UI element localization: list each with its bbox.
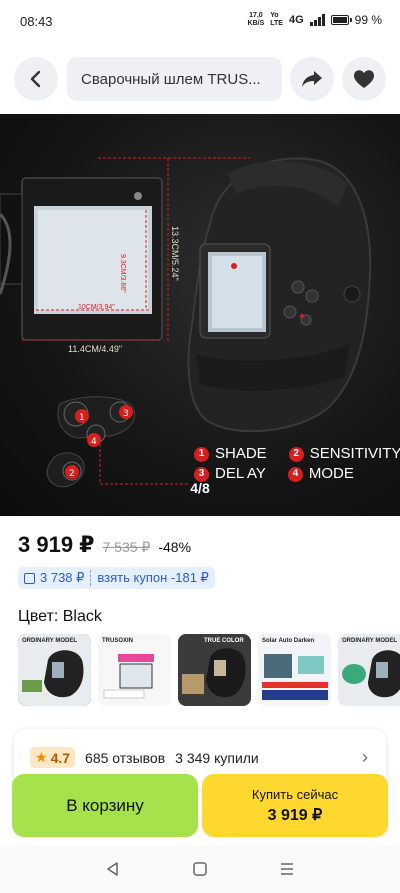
legend-num-4: 4 [287, 466, 303, 482]
nav-back-button[interactable] [98, 854, 128, 884]
variant-thumb-2-text: TRUSOXIN [102, 638, 134, 644]
coupon-checkbox-icon [24, 572, 35, 584]
variant-thumb-3-text: TRUE COLOR [204, 638, 244, 644]
filter-thumb-icon [258, 634, 331, 706]
triangle-back-icon [107, 862, 119, 876]
legend-num-2: 2 [288, 446, 304, 462]
dimension-outer-width: 11.4CM/4.49" [68, 344, 123, 354]
helmet-thumb-icon [18, 634, 91, 706]
heart-icon [354, 70, 374, 88]
product-title-field[interactable]: Сварочный шлем TRUS... [67, 57, 282, 101]
rating-score: 4.7 [50, 749, 71, 766]
svg-text:1: 1 [79, 413, 85, 423]
variant-thumb-3[interactable]: TRUE COLOR [178, 634, 251, 706]
product-title: Сварочный шлем TRUS... [81, 70, 261, 88]
helmet-thumb-icon [178, 634, 251, 706]
variant-thumbnails: ORDINARY MODEL TRUSOXIN TRUE COLOR Solar… [18, 634, 400, 706]
gallery-counter: 4/8 [190, 480, 210, 496]
coupon-badge[interactable]: 3 738 ₽ взять купон -181 ₽ [18, 567, 215, 589]
bought-count: 3 349 купили [175, 749, 259, 766]
svg-text:3: 3 [123, 409, 129, 419]
nav-menu-button[interactable] [272, 854, 302, 884]
legend-row-2: 3 DEL AY 4 MODE [194, 464, 400, 484]
legend-label-2: SENSITIVITY [309, 445, 400, 462]
old-price: 7 535 ₽ [102, 539, 151, 555]
share-button[interactable] [290, 57, 334, 101]
buy-now-label: Купить сейчас [251, 786, 339, 802]
volte-indicator: Yo LTE [270, 12, 283, 28]
color-label: Цвет: Black [18, 608, 102, 625]
coupon-label: взять купон -181 ₽ [97, 570, 209, 585]
svg-text:2: 2 [69, 469, 75, 479]
dimension-inner-width: 10CM/3.94" [78, 304, 115, 311]
buy-now-price: 3 919 ₽ [267, 806, 323, 824]
volte-bottom: LTE [270, 20, 283, 27]
network-type: 4G [288, 14, 304, 26]
current-price: 3 919 ₽ [18, 532, 95, 557]
filter-thumb-icon [98, 634, 171, 706]
battery-icon [330, 15, 352, 25]
rating-row: ★ 4.7 685 отзывов 3 349 купили [30, 747, 259, 768]
legend-label-1: SHADE [215, 445, 267, 462]
network-speed-value: 17,0 [249, 12, 263, 19]
dimension-inner-height: 9.3CM/3.66" [119, 254, 126, 293]
variant-thumb-1-text: ORDINARY MODEL [22, 638, 78, 644]
variant-thumb-5-text: ORDINARY MODEL [342, 638, 398, 644]
volte-top: Yo [270, 12, 279, 19]
add-to-cart-button[interactable]: В корзину [12, 774, 198, 837]
status-time: 08:43 [20, 14, 53, 29]
helmet-thumb-icon [338, 634, 400, 706]
network-speed-unit: KB/S [247, 20, 265, 27]
coupon-take-part: взять купон -181 ₽ [91, 567, 214, 589]
variant-thumb-5[interactable]: ORDINARY MODEL [338, 634, 400, 706]
square-home-icon [193, 862, 207, 876]
variant-thumb-1[interactable]: ORDINARY MODEL [18, 634, 91, 706]
share-arrow-icon [302, 71, 322, 87]
legend-row-1: 1 SHADE 2 SENSITIVITY [194, 444, 400, 464]
system-nav-bar [0, 845, 400, 893]
coupon-price-part: 3 738 ₽ [18, 567, 90, 589]
legend-label-3: DEL AY [215, 465, 266, 482]
rating-badge: ★ 4.7 [30, 747, 76, 768]
top-header: Сварочный шлем TRUS... [0, 44, 400, 114]
network-speed: 17,0 KB/S [248, 12, 265, 28]
legend-label-4: MODE [308, 465, 354, 482]
buy-now-button[interactable]: Купить сейчас 3 919 ₽ [202, 774, 388, 837]
variant-thumb-4[interactable]: Solar Auto Darken [258, 634, 331, 706]
chevron-right-icon: › [362, 747, 368, 767]
back-button[interactable] [14, 57, 58, 101]
chevron-left-icon [30, 70, 41, 88]
controls-legend: 1 SHADE 2 SENSITIVITY 3 DEL AY 4 MODE [194, 444, 400, 484]
svg-text:4: 4 [91, 437, 97, 447]
price-block: 3 919 ₽ 7 535 ₽ -48% [18, 532, 191, 558]
status-bar: 08:43 17,0 KB/S Yo LTE 4G 99 % [0, 0, 400, 44]
status-indicators: 17,0 KB/S Yo LTE 4G 99 % [248, 12, 382, 28]
signal-icon [309, 14, 325, 26]
battery-level: 99 % [354, 13, 382, 27]
nav-home-button[interactable] [185, 854, 215, 884]
menu-lines-icon [280, 863, 293, 875]
add-to-cart-label: В корзину [66, 795, 144, 815]
star-icon: ★ [35, 749, 48, 765]
legend-num-1: 1 [194, 446, 209, 462]
reviews-count: 685 отзывов [85, 749, 166, 766]
variant-thumb-2[interactable]: TRUSOXIN [98, 634, 171, 706]
coupon-price: 3 738 ₽ [40, 570, 85, 585]
favorite-button[interactable] [342, 57, 386, 101]
discount-percent: -48% [158, 539, 192, 555]
variant-thumb-4-text: Solar Auto Darken [262, 638, 315, 644]
dimension-outer-height: 13.3CM/5.24" [170, 226, 180, 281]
